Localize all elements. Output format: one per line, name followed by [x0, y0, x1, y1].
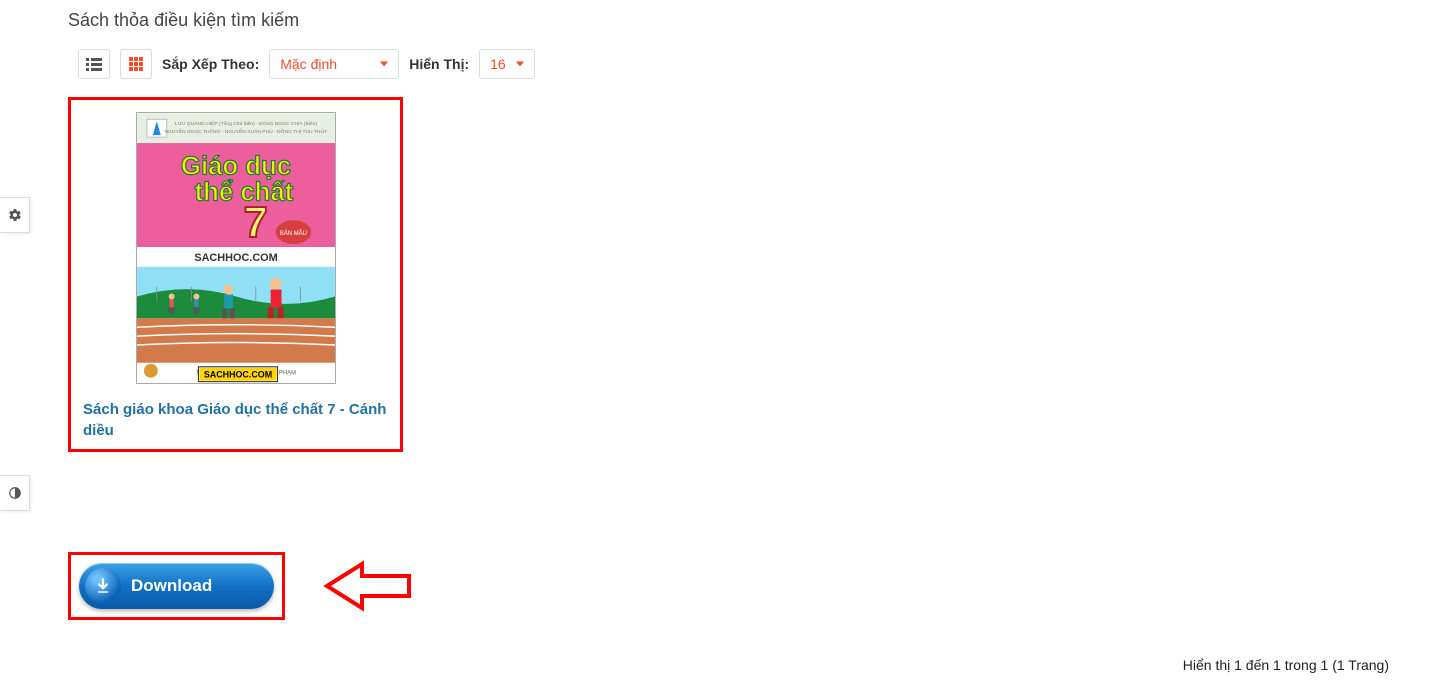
sort-select-value: Mặc định — [280, 56, 337, 72]
show-label: Hiển Thị: — [409, 56, 469, 72]
svg-text:SACHHOC.COM: SACHHOC.COM — [203, 370, 271, 380]
product-card[interactable]: LƯU QUANG HIỆP (Tổng Chủ biên) - ĐẶNG NG… — [68, 97, 403, 452]
gear-icon — [8, 208, 22, 222]
svg-text:BẢN MẪU: BẢN MẪU — [279, 230, 306, 237]
list-icon — [86, 57, 102, 71]
arrow-left-annotation-icon — [317, 556, 417, 616]
pagination-status: Hiển thị 1 đến 1 trong 1 (1 Trang) — [1183, 657, 1389, 673]
chevron-down-icon — [380, 62, 388, 67]
product-cover: LƯU QUANG HIỆP (Tổng Chủ biên) - ĐẶNG NG… — [83, 112, 388, 387]
show-select[interactable]: 16 — [479, 49, 535, 79]
book-cover-image: LƯU QUANG HIỆP (Tổng Chủ biên) - ĐẶNG NG… — [136, 112, 336, 384]
sort-label: Sắp Xếp Theo: — [162, 56, 259, 72]
chevron-down-icon — [516, 62, 524, 67]
grid-icon — [129, 57, 143, 71]
svg-text:7: 7 — [243, 199, 267, 247]
show-select-value: 16 — [490, 56, 506, 72]
svg-text:SACHHOC.COM: SACHHOC.COM — [194, 252, 277, 264]
settings-panel-toggle[interactable] — [0, 197, 30, 233]
download-arrow-icon — [85, 568, 121, 604]
listing-toolbar: Sắp Xếp Theo: Mặc định Hiển Thị: 16 — [68, 49, 1389, 79]
contrast-panel-toggle[interactable] — [0, 475, 30, 511]
contrast-icon — [8, 486, 22, 500]
svg-text:Giáo dục: Giáo dục — [180, 153, 290, 181]
product-title[interactable]: Sách giáo khoa Giáo dục thể chất 7 - Cán… — [83, 399, 388, 441]
download-button-label: Download — [131, 576, 212, 596]
page-title: Sách thỏa điều kiện tìm kiếm — [68, 10, 1389, 31]
sort-select[interactable]: Mặc định — [269, 49, 399, 79]
view-grid-button[interactable] — [120, 49, 152, 79]
download-button[interactable]: Download — [79, 563, 274, 609]
view-list-button[interactable] — [78, 49, 110, 79]
download-annotation-box: Download — [68, 552, 285, 620]
